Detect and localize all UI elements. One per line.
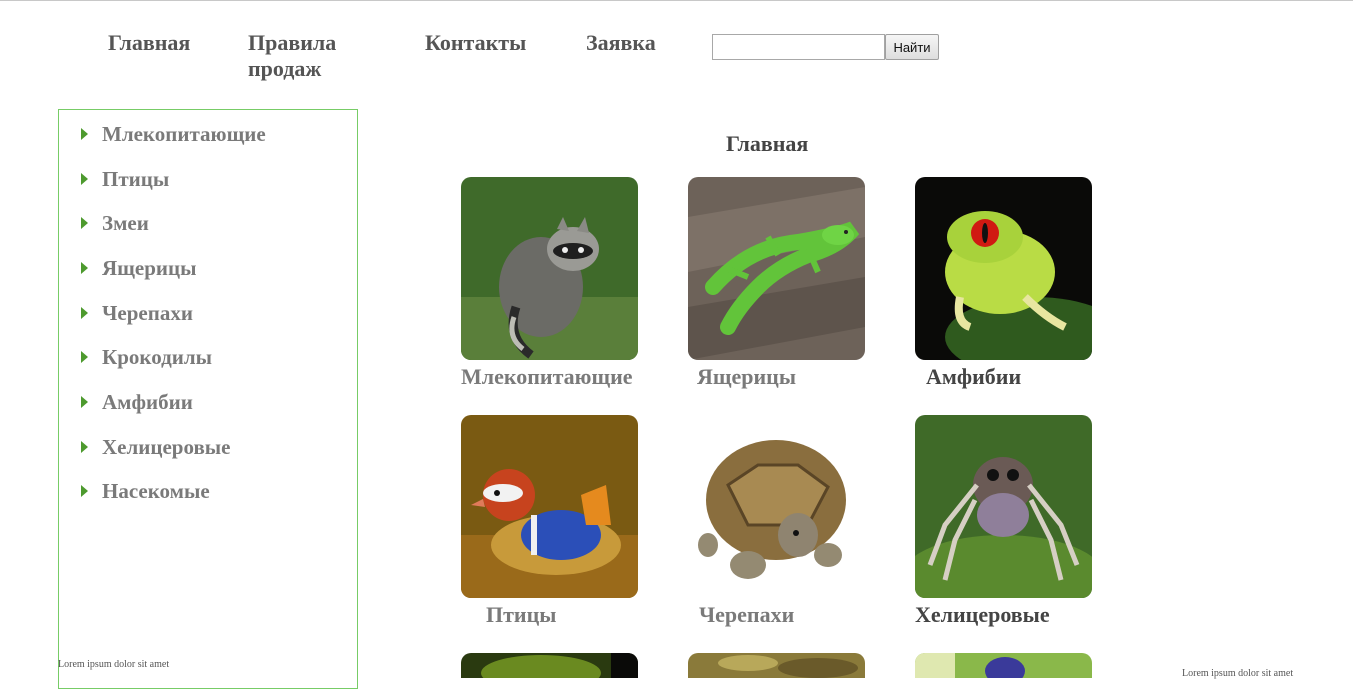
sidebar-item-label: Амфибии [102,389,193,414]
triangle-bullet-icon [81,173,88,185]
triangle-bullet-icon [81,128,88,140]
sidebar-item-snakes[interactable]: Змеи [81,210,149,236]
sidebar-item-amphibians[interactable]: Амфибии [81,389,193,415]
nav-link-application[interactable]: Заявка [586,30,656,56]
card-label-lizards[interactable]: Ящерицы [697,364,796,390]
sidebar-item-label: Крокодилы [102,344,213,369]
lizard-image[interactable] [688,177,865,360]
triangle-bullet-icon [81,351,88,363]
footer-text-right: Lorem ipsum dolor sit amet [1182,668,1294,679]
sidebar-item-turtles[interactable]: Черепахи [81,300,193,326]
nav-link-contacts[interactable]: Контакты [425,30,526,56]
triangle-bullet-icon [81,262,88,274]
sidebar-item-insects[interactable]: Насекомые [81,478,210,504]
sidebar-item-crocodiles[interactable]: Крокодилы [81,344,212,370]
tortoise-image[interactable] [688,415,865,598]
card-label-amphibians[interactable]: Амфибии [926,364,1021,390]
card-label-birds[interactable]: Птицы [486,602,556,628]
sidebar-item-chelicerates[interactable]: Хелицеровые [81,434,231,460]
search-input[interactable] [712,34,885,60]
nav-link-home[interactable]: Главная [108,30,190,56]
sidebar-item-birds[interactable]: Птицы [81,166,169,192]
sidebar-item-lizards[interactable]: Ящерицы [81,255,197,281]
card-label-chelicerates[interactable]: Хелицеровые [915,602,1050,628]
triangle-bullet-icon [81,307,88,319]
footer-text-left: Lorem ipsum dolor sit amet [58,659,170,670]
triangle-bullet-icon [81,217,88,229]
row3-image-right[interactable] [915,653,1092,678]
sidebar-item-label: Млекопитающие [102,121,266,146]
sidebar-item-label: Змеи [102,210,149,235]
card-label-mammals[interactable]: Млекопитающие [461,364,633,390]
sidebar-item-label: Ящерицы [102,255,197,280]
sidebar-item-label: Птицы [102,166,170,191]
triangle-bullet-icon [81,396,88,408]
sidebar-item-label: Хелицеровые [102,434,231,459]
sidebar-item-label: Насекомые [102,478,210,503]
triangle-bullet-icon [81,441,88,453]
search-button[interactable]: Найти [885,34,939,60]
sidebar-item-mammals[interactable]: Млекопитающие [81,121,266,147]
sidebar-item-label: Черепахи [102,300,193,325]
nav-link-sales-rules[interactable]: Правила продаж [248,30,378,82]
category-sidebar: Млекопитающие Птицы Змеи Ящерицы Черепах… [58,109,358,689]
row3-image-left[interactable] [461,653,638,678]
row3-image-middle[interactable] [688,653,865,678]
card-label-turtles[interactable]: Черепахи [699,602,794,628]
raccoon-image[interactable] [461,177,638,360]
page-title: Главная [726,131,809,156]
frog-image[interactable] [915,177,1092,360]
mandarin-duck-image[interactable] [461,415,638,598]
triangle-bullet-icon [81,485,88,497]
spider-image[interactable] [915,415,1092,598]
